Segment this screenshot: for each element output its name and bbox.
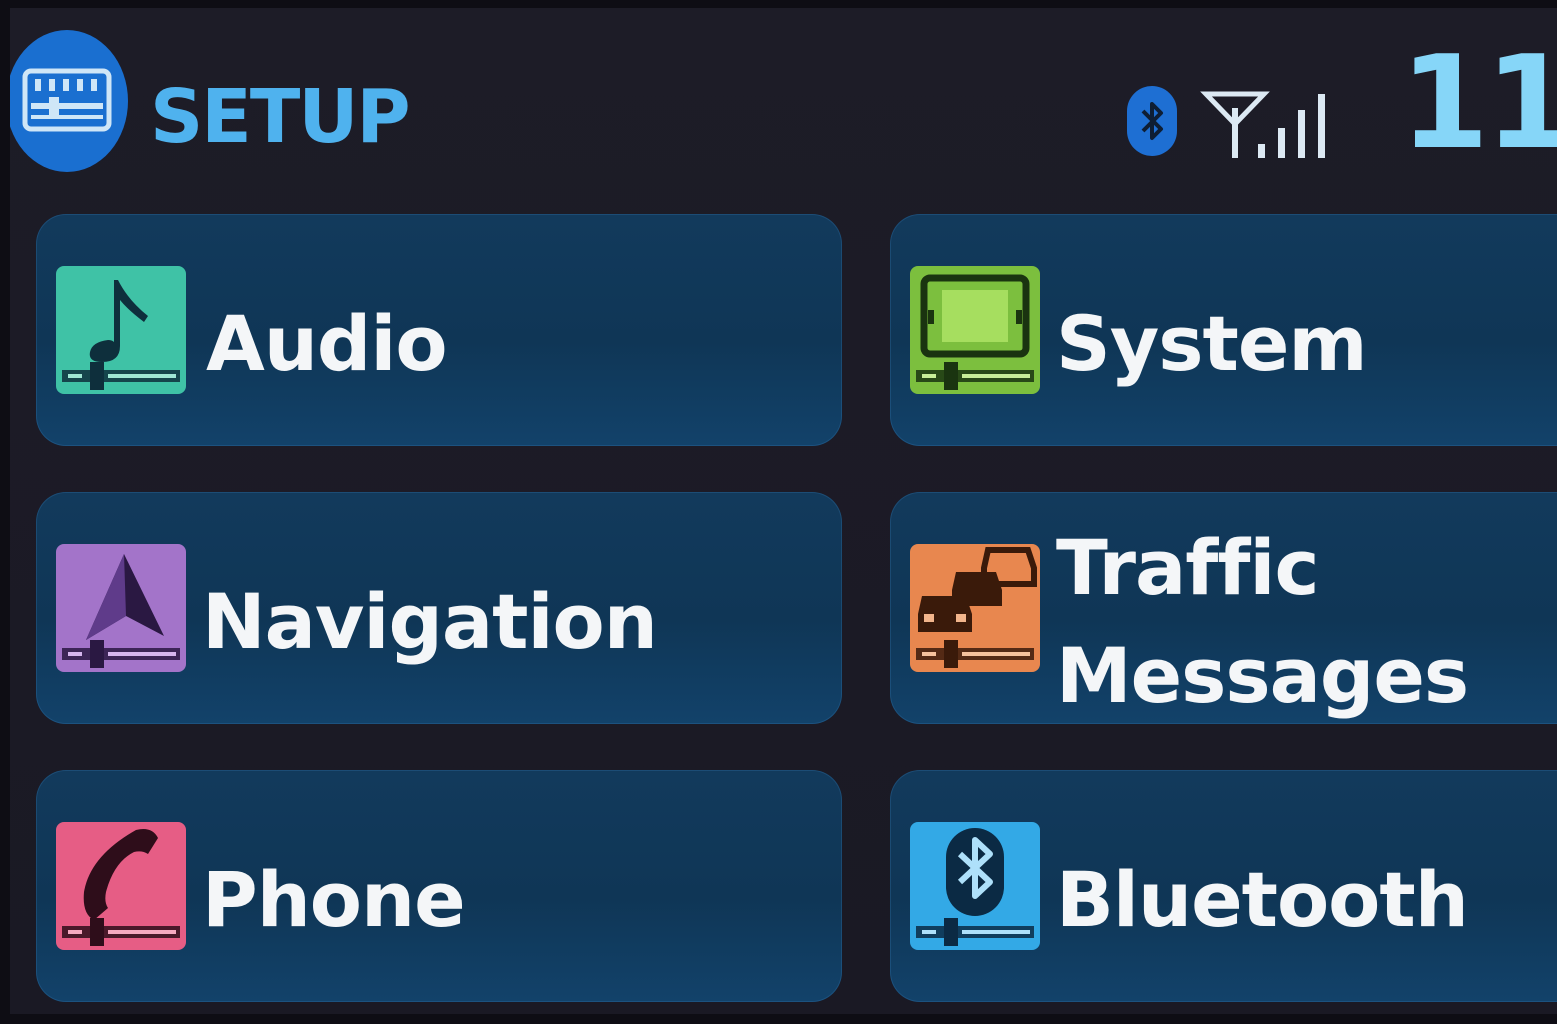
- system-label: System: [1056, 299, 1368, 388]
- traffic-label-line1: Traffic: [1056, 523, 1320, 612]
- music-note-icon: [56, 266, 186, 394]
- audio-button[interactable]: Audio: [36, 214, 842, 446]
- bluetooth-icon: [910, 822, 1040, 950]
- display-icon: [910, 266, 1040, 394]
- page-title: SETUP: [150, 74, 411, 160]
- bluetooth-status-icon: [1127, 86, 1177, 156]
- traffic-cars-icon: [910, 544, 1040, 672]
- navigation-arrow-icon: [56, 544, 186, 672]
- navigation-label: Navigation: [202, 577, 658, 666]
- signal-strength-icon: [1200, 88, 1330, 162]
- audio-label: Audio: [206, 299, 448, 388]
- display-bezel-top: [0, 0, 1557, 8]
- system-button[interactable]: System: [890, 214, 1557, 446]
- clock-display: 11: [1400, 29, 1557, 178]
- traffic-messages-button[interactable]: Traffic Messages: [890, 492, 1557, 724]
- traffic-label-line2: Messages: [1056, 631, 1469, 720]
- display-bezel-left: [0, 0, 10, 1024]
- display-bezel-bottom: [0, 1014, 1557, 1024]
- phone-label: Phone: [202, 855, 466, 944]
- traffic-messages-label: Traffic Messages: [1056, 514, 1469, 730]
- bluetooth-button[interactable]: Bluetooth: [890, 770, 1557, 1002]
- setup-screen: SETUP 11 Audio System Navigation Traffic…: [10, 8, 1557, 1014]
- bluetooth-label: Bluetooth: [1056, 855, 1469, 944]
- phone-button[interactable]: Phone: [36, 770, 842, 1002]
- navigation-button[interactable]: Navigation: [36, 492, 842, 724]
- setup-menu-icon: [10, 30, 128, 172]
- phone-handset-icon: [56, 822, 186, 950]
